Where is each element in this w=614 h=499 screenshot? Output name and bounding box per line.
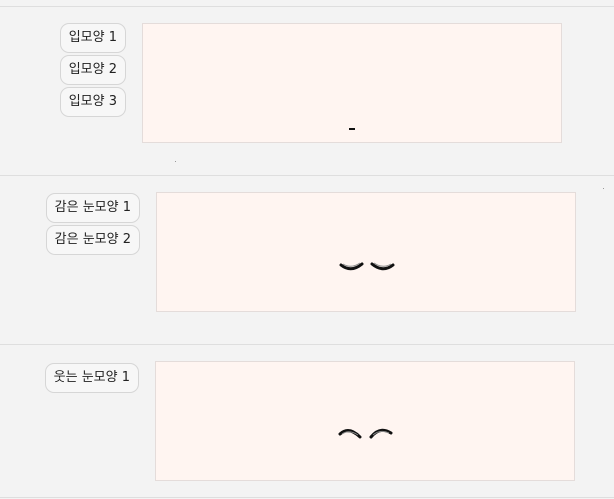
stray-dot <box>603 188 604 189</box>
mouth-option-2-button[interactable]: 입모양 2 <box>59 55 126 85</box>
bottom-divider <box>0 497 614 498</box>
mouth-option-1-button[interactable]: 입모양 1 <box>59 23 126 53</box>
smiling-eyes-icon <box>338 428 393 439</box>
mouth-preview <box>142 23 562 143</box>
mouth-button-group: 입모양 1 입모양 2 입모양 3 <box>59 23 126 117</box>
smiling-eyes-button-group: 웃는 눈모양 1 <box>44 363 139 393</box>
closed-eyes-button-group: 감은 눈모양 1 감은 눈모양 2 <box>45 193 140 255</box>
face-feature-picker: 입모양 1 입모양 2 입모양 3 감은 눈모양 1 감은 눈모양 2 웃는 눈… <box>0 0 614 499</box>
closed-eyes-preview <box>156 192 576 312</box>
mouth-line-icon <box>349 128 355 130</box>
closed-eyes-option-2-button[interactable]: 감은 눈모양 2 <box>45 225 140 255</box>
closed-eyes-option-1-button[interactable]: 감은 눈모양 1 <box>45 193 140 223</box>
section-divider-1 <box>0 175 614 176</box>
smiling-eyes-option-1-button[interactable]: 웃는 눈모양 1 <box>44 363 139 393</box>
top-divider <box>0 6 614 7</box>
section-divider-2 <box>0 344 614 345</box>
mouth-option-3-button[interactable]: 입모양 3 <box>59 87 126 117</box>
smiling-eyes-preview <box>155 361 575 481</box>
closed-eyes-icon <box>339 262 395 271</box>
stray-dot <box>175 161 176 162</box>
